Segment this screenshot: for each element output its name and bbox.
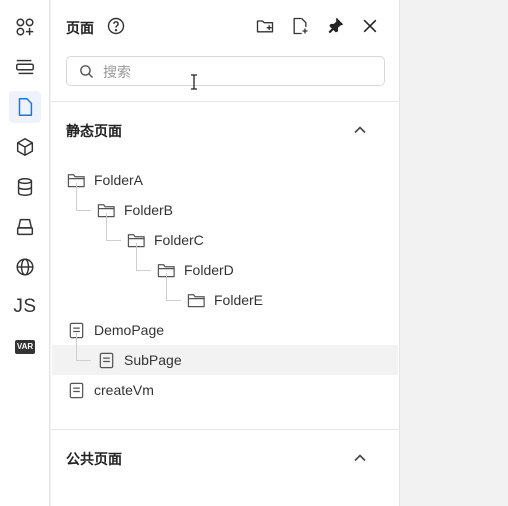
tree-page-item[interactable]: SubPage — [96, 345, 182, 375]
search-icon — [80, 65, 94, 79]
public-pages-title: 公共页面 — [66, 451, 122, 467]
left-rail: JS VAR — [0, 0, 50, 506]
tree-page-item[interactable]: createVm — [66, 375, 154, 405]
js-icon[interactable]: JS — [9, 291, 41, 323]
text-cursor-icon — [191, 74, 197, 90]
tree-item-label: SubPage — [124, 352, 182, 368]
new-folder-icon[interactable] — [254, 15, 276, 37]
database-icon[interactable] — [9, 171, 41, 203]
tree-item-label: FolderE — [214, 292, 264, 308]
stack-icon[interactable] — [9, 211, 41, 243]
tree-item-label: FolderC — [154, 232, 204, 248]
chevron-up-icon[interactable] — [352, 450, 368, 466]
divider — [51, 429, 400, 430]
folder-icon — [186, 291, 206, 309]
help-circle-icon[interactable] — [105, 15, 127, 37]
page-file-icon — [96, 351, 116, 369]
close-icon[interactable] — [359, 15, 381, 37]
search-box[interactable] — [66, 56, 385, 86]
search-input[interactable] — [101, 62, 375, 82]
cube-icon[interactable] — [9, 131, 41, 163]
tree-item-label: FolderD — [184, 262, 234, 278]
tree-connector-line — [76, 333, 91, 361]
tree-folder-item[interactable]: FolderE — [186, 285, 263, 315]
tree-connector-line — [76, 183, 91, 211]
pin-icon[interactable] — [324, 15, 346, 37]
tree-connector-line — [106, 213, 121, 241]
chevron-up-icon[interactable] — [352, 122, 368, 138]
tree-item-label: createVm — [94, 382, 154, 398]
divider — [51, 101, 400, 102]
tree-item-label: DemoPage — [94, 322, 165, 338]
new-page-icon[interactable] — [289, 15, 311, 37]
page-file-icon — [66, 381, 86, 399]
panel-title: 页面 — [66, 20, 94, 36]
outline-tree-icon[interactable] — [9, 51, 41, 83]
tree-connector-line — [166, 273, 181, 301]
js-label: JS — [13, 296, 37, 317]
globe-icon[interactable] — [9, 251, 41, 283]
var-label: VAR — [14, 340, 36, 354]
components-icon[interactable] — [9, 11, 41, 43]
page-icon[interactable] — [9, 91, 41, 123]
tree-item-label: FolderB — [124, 202, 174, 218]
var-icon[interactable]: VAR — [9, 331, 41, 363]
static-pages-title: 静态页面 — [66, 123, 122, 139]
tree-item-label: FolderA — [94, 172, 144, 188]
tree-connector-line — [136, 243, 151, 271]
